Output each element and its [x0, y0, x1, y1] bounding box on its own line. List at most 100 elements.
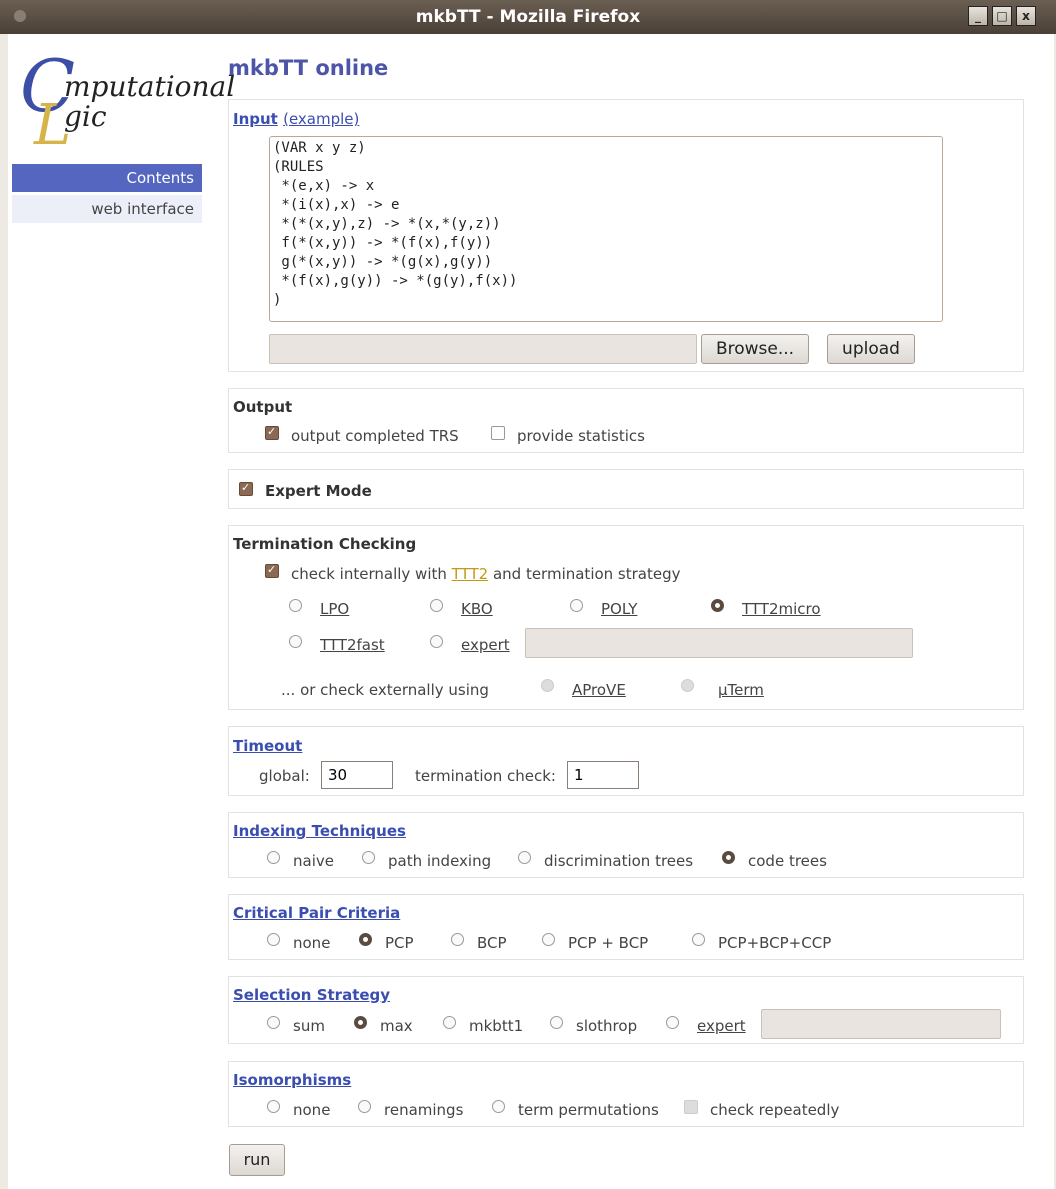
- strategy-lpo-radio[interactable]: [289, 599, 302, 612]
- browse-button[interactable]: Browse...: [701, 334, 809, 364]
- sel-mkbtt1-label: mkbtt1: [469, 1017, 524, 1035]
- global-timeout-input[interactable]: [321, 761, 393, 789]
- sel-expert-radio[interactable]: [666, 1016, 679, 1029]
- termination-check-timeout-label: termination check:: [415, 767, 556, 785]
- selection-section: Selection Strategy sum max mkbtt1 slothr…: [228, 976, 1024, 1044]
- cp-pcp-bcp-ccp-label: PCP+BCP+CCP: [718, 934, 832, 952]
- indexing-naive-label: naive: [293, 852, 334, 870]
- sel-expert-link[interactable]: expert: [697, 1017, 746, 1035]
- window-menu-icon[interactable]: [14, 10, 26, 22]
- sidebar-item-contents[interactable]: Contents: [12, 164, 202, 192]
- output-heading: Output: [233, 398, 293, 416]
- isomorphisms-section: Isomorphisms none renamings term permuta…: [228, 1061, 1024, 1127]
- selection-expert-field[interactable]: [761, 1009, 1001, 1039]
- indexing-path-radio[interactable]: [362, 851, 375, 864]
- termination-check-timeout-input[interactable]: [567, 761, 639, 789]
- trs-input-textarea[interactable]: [269, 136, 943, 322]
- critical-pair-heading-link[interactable]: Critical Pair Criteria: [233, 904, 400, 922]
- strategy-ttt2fast-radio[interactable]: [289, 635, 302, 648]
- muterm-link[interactable]: µTerm: [718, 681, 764, 699]
- upload-button[interactable]: upload: [827, 334, 915, 364]
- cp-pcp-bcp-radio[interactable]: [542, 933, 555, 946]
- termination-heading: Termination Checking: [233, 535, 417, 553]
- file-path-field[interactable]: [269, 334, 697, 364]
- expert-mode-label: Expert Mode: [265, 482, 372, 500]
- aprove-link[interactable]: AProVE: [572, 681, 626, 699]
- sel-max-label: max: [380, 1017, 413, 1035]
- indexing-heading-link[interactable]: Indexing Techniques: [233, 822, 406, 840]
- strategy-kbo-link[interactable]: KBO: [461, 600, 493, 618]
- indexing-section: Indexing Techniques naive path indexing …: [228, 812, 1024, 878]
- strategy-poly-radio[interactable]: [570, 599, 583, 612]
- cp-bcp-radio[interactable]: [451, 933, 464, 946]
- provide-statistics-checkbox[interactable]: [491, 426, 505, 440]
- indexing-discrimination-radio[interactable]: [518, 851, 531, 864]
- minimize-icon[interactable]: _: [968, 6, 988, 26]
- sidebar-item-web-interface[interactable]: web interface: [12, 195, 202, 223]
- computational-logic-logo: CL mputational gic: [20, 44, 236, 158]
- output-completed-trs-label: output completed TRS: [291, 427, 459, 445]
- output-section: Output output completed TRS provide stat…: [228, 388, 1024, 453]
- cp-bcp-label: BCP: [477, 934, 507, 952]
- cp-none-radio[interactable]: [267, 933, 280, 946]
- window-titlebar: mkbTT - Mozilla Firefox _ □ x: [0, 0, 1056, 34]
- external-check-label: ... or check externally using: [281, 681, 489, 699]
- cp-pcp-radio[interactable]: [359, 933, 372, 946]
- strategy-expert-link[interactable]: expert: [461, 636, 510, 654]
- iso-none-radio[interactable]: [267, 1100, 280, 1113]
- sel-mkbtt1-radio[interactable]: [443, 1016, 456, 1029]
- selection-heading-link[interactable]: Selection Strategy: [233, 986, 390, 1004]
- isomorphisms-heading-link[interactable]: Isomorphisms: [233, 1071, 351, 1089]
- strategy-ttt2fast-link[interactable]: TTT2fast: [320, 636, 385, 654]
- close-icon[interactable]: x: [1016, 6, 1036, 26]
- indexing-discrimination-label: discrimination trees: [544, 852, 694, 870]
- maximize-icon[interactable]: □: [992, 6, 1012, 26]
- check-internally-checkbox[interactable]: [265, 563, 279, 578]
- output-completed-trs-checkbox[interactable]: [265, 425, 279, 440]
- check-repeatedly-checkbox[interactable]: [684, 1100, 698, 1114]
- ttt2-link[interactable]: TTT2: [452, 565, 489, 583]
- cp-pcp-label: PCP: [385, 934, 414, 952]
- expert-strategy-field[interactable]: [525, 628, 913, 658]
- sel-slothrop-radio[interactable]: [550, 1016, 563, 1029]
- strategy-ttt2micro-link[interactable]: TTT2micro: [742, 600, 821, 618]
- sel-sum-radio[interactable]: [267, 1016, 280, 1029]
- iso-renamings-radio[interactable]: [358, 1100, 371, 1113]
- muterm-radio[interactable]: [681, 679, 694, 692]
- check-internally-label: check internally with: [291, 565, 447, 583]
- iso-renamings-label: renamings: [384, 1101, 464, 1119]
- sel-slothrop-label: slothrop: [576, 1017, 638, 1035]
- indexing-code-trees-radio[interactable]: [722, 851, 735, 864]
- critical-pair-section: Critical Pair Criteria none PCP BCP PCP …: [228, 894, 1024, 960]
- aprove-radio[interactable]: [541, 679, 554, 692]
- strategy-ttt2micro-radio[interactable]: [711, 599, 724, 612]
- sel-sum-label: sum: [293, 1017, 325, 1035]
- iso-term-permutations-radio[interactable]: [492, 1100, 505, 1113]
- check-repeatedly-label: check repeatedly: [710, 1101, 840, 1119]
- timeout-heading-link[interactable]: Timeout: [233, 737, 302, 755]
- strategy-expert-radio[interactable]: [430, 635, 443, 648]
- termination-strategy-label: and termination strategy: [492, 565, 681, 583]
- input-section: Input (example) Browse... upload: [228, 99, 1024, 372]
- expert-mode-checkbox[interactable]: [239, 481, 253, 496]
- page-title: mkbTT online: [228, 56, 389, 80]
- global-timeout-label: global:: [259, 767, 310, 785]
- provide-statistics-label: provide statistics: [517, 427, 645, 445]
- sel-max-radio[interactable]: [354, 1016, 367, 1029]
- sidebar-nav: Contents web interface: [12, 164, 202, 226]
- cp-pcp-bcp-ccp-radio[interactable]: [692, 933, 705, 946]
- strategy-kbo-radio[interactable]: [430, 599, 443, 612]
- strategy-poly-link[interactable]: POLY: [601, 600, 637, 618]
- input-heading-link[interactable]: Input: [233, 110, 278, 128]
- indexing-code-trees-label: code trees: [748, 852, 827, 870]
- iso-term-permutations-label: term permutations: [518, 1101, 659, 1119]
- indexing-naive-radio[interactable]: [267, 851, 280, 864]
- cp-none-label: none: [293, 934, 331, 952]
- termination-section: Termination Checking check internally wi…: [228, 525, 1024, 710]
- window-title: mkbTT - Mozilla Firefox: [415, 7, 641, 27]
- iso-none-label: none: [293, 1101, 331, 1119]
- cp-pcp-bcp-label: PCP + BCP: [568, 934, 649, 952]
- example-link[interactable]: (example): [283, 110, 359, 128]
- strategy-lpo-link[interactable]: LPO: [320, 600, 349, 618]
- run-button[interactable]: run: [229, 1144, 285, 1176]
